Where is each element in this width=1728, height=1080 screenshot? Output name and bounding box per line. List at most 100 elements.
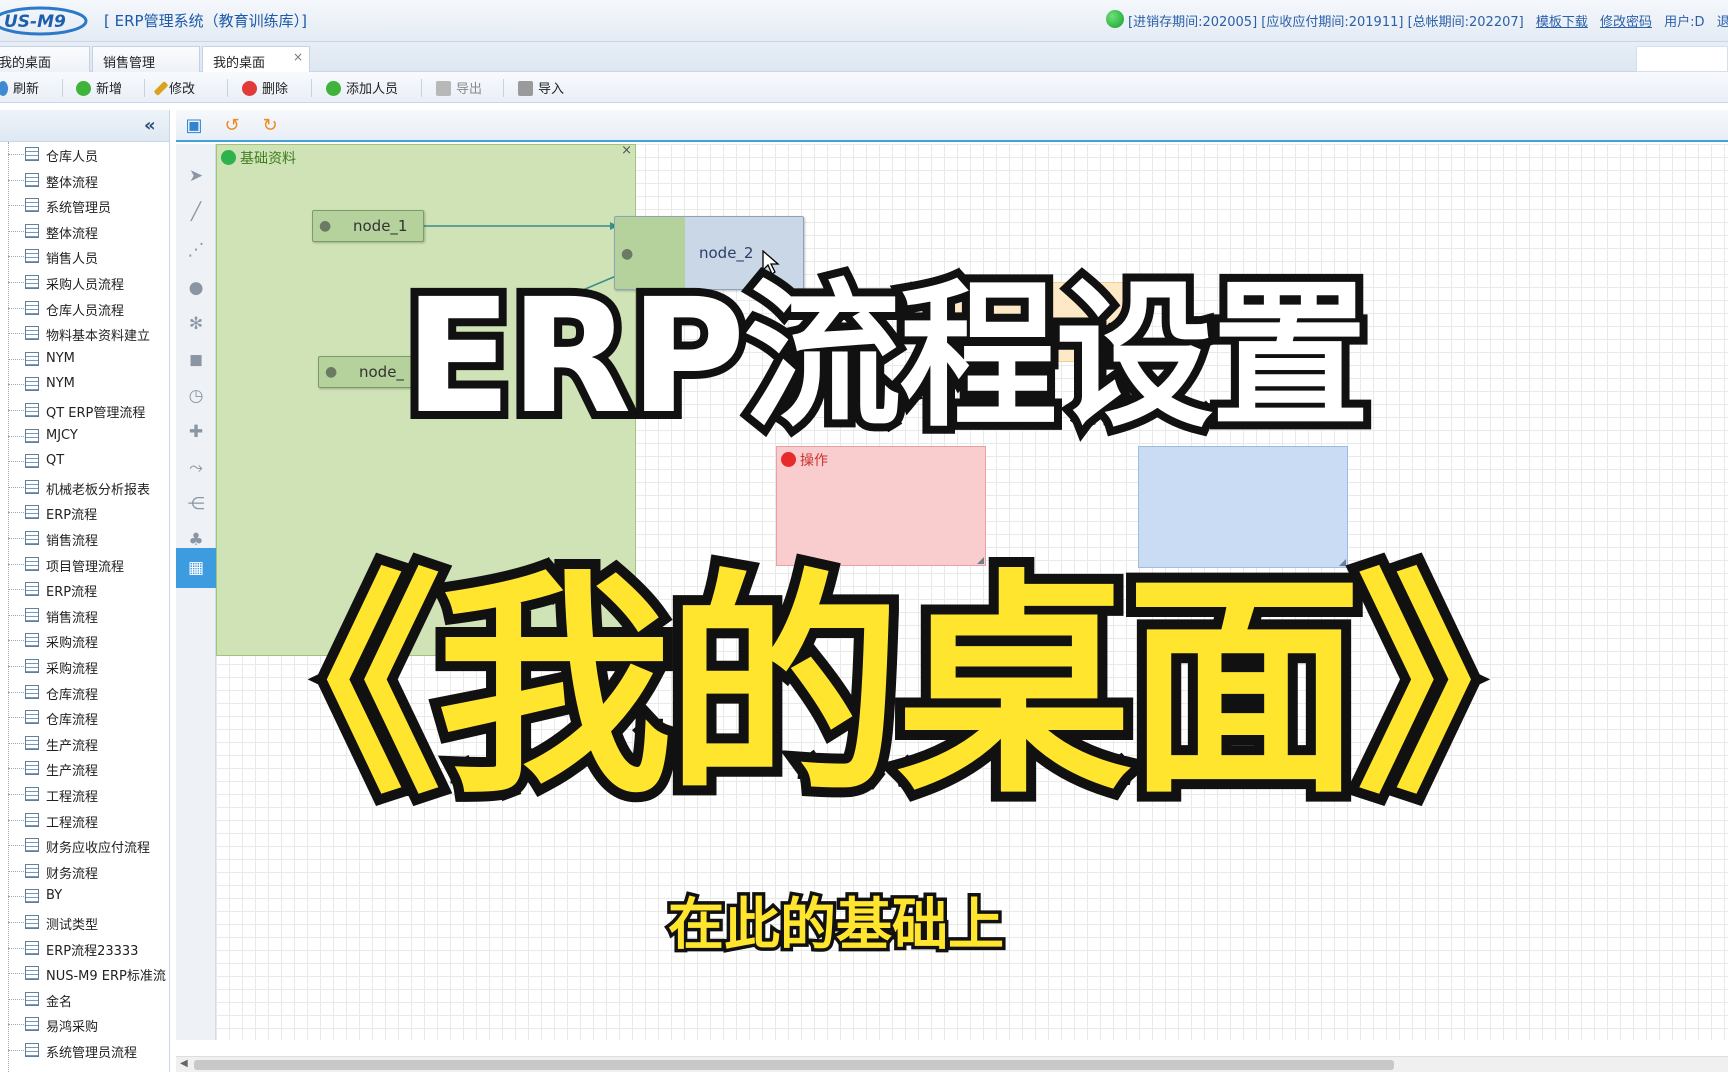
tree-item[interactable]: 销售流程 [0, 526, 169, 551]
tree-item-label: 系统管理员流程 [46, 1046, 138, 1061]
tree-item[interactable]: 测试类型 [0, 910, 169, 935]
document-icon [25, 275, 39, 289]
tree-guide [8, 614, 24, 616]
tree-guide [8, 538, 24, 539]
tree-item-label: 销售人员 [46, 252, 99, 268]
add-person-button[interactable]: 添加人员 [326, 78, 398, 98]
tree-item[interactable]: 工程流程 [0, 808, 169, 833]
edit-button[interactable]: 修改 [153, 78, 195, 98]
nus-m9-logo: US-M9 [0, 6, 88, 36]
tree-item[interactable]: 采购流程 [0, 628, 169, 653]
tree-item[interactable]: 机械老板分析报表 [0, 475, 169, 500]
tree-item[interactable]: MJCY [0, 424, 169, 449]
tree-item[interactable]: 采购流程 [0, 654, 169, 679]
tree-item[interactable]: ERP流程 [0, 577, 169, 602]
group-icon[interactable]: ♣ [186, 530, 206, 550]
scrollbar-thumb[interactable] [194, 1060, 1394, 1070]
tree-item[interactable]: 整体流程 [0, 219, 169, 244]
tree-item[interactable]: 仓库流程 [0, 705, 169, 730]
node-label: node_1 [353, 217, 408, 235]
tree-item[interactable]: BY [0, 884, 169, 909]
add-button[interactable]: 新增 [76, 78, 122, 98]
tree-item[interactable]: 采购人员流程 [0, 270, 169, 295]
main-toolbar: 刷新 新增 修改 删除 添加人员 导出 导入 [0, 72, 1728, 103]
exit-link[interactable]: 退 [1717, 15, 1728, 30]
tree-item-label: 采购流程 [46, 662, 99, 677]
tree-item[interactable]: 财务应收应付流程 [0, 833, 169, 858]
user-task-icon[interactable]: ● [186, 278, 206, 298]
delete-icon [242, 81, 257, 96]
tab-close-icon[interactable]: × [293, 50, 303, 64]
undo-icon[interactable]: ↺ [222, 116, 242, 136]
tree-guide [8, 973, 24, 975]
template-download-link[interactable]: 模板下载 [1536, 15, 1588, 30]
area-title: 操作 [781, 450, 828, 470]
toolbar-separator [144, 79, 145, 97]
select-pointer-icon[interactable]: ➤ [186, 166, 206, 186]
tree-item-label: NUS-M9 ERP标准流 [46, 969, 166, 985]
tree-guide [8, 870, 24, 872]
add-person-label: 添加人员 [346, 82, 399, 97]
collapse-sidebar-icon[interactable]: « [144, 115, 156, 136]
tree-item[interactable]: 金名 [0, 987, 169, 1012]
tree-item[interactable]: 工程流程 [0, 782, 169, 807]
document-icon [25, 889, 39, 904]
tree-item[interactable]: 销售流程 [0, 603, 169, 628]
tree-item[interactable]: NUS-M9 ERP标准流 [0, 961, 169, 986]
tree-item[interactable]: 财务流程 [0, 859, 169, 884]
area-operation[interactable]: 操作 [776, 446, 986, 566]
export-button[interactable]: 导出 [436, 78, 482, 98]
tree-guide [8, 717, 24, 719]
tree-item[interactable]: 系统管理员流程 [0, 1038, 169, 1063]
tree-item[interactable]: QT ERP管理流程 [0, 398, 169, 423]
change-password-link[interactable]: 修改密码 [1600, 15, 1652, 30]
overlay-subtitle: 在此的基础上 [665, 893, 1008, 958]
document-icon [25, 479, 39, 494]
refresh-label: 刷新 [13, 82, 40, 97]
tree-item[interactable]: 项目管理流程 [0, 552, 169, 577]
tree-item[interactable]: 物料基本资料建立 [0, 321, 169, 346]
tab-my-desktop-active[interactable]: 我的桌面 × [202, 46, 310, 72]
puzzle-icon[interactable]: ✚ [186, 422, 206, 442]
tree-item[interactable]: 销售人员 [0, 244, 169, 269]
tree-guide [8, 512, 24, 514]
document-icon [25, 710, 39, 725]
app-title: [ ERP管理系统（教育训练库）] [104, 12, 307, 30]
tree-item[interactable]: 仓库人员流程 [0, 296, 169, 321]
tree-guide [8, 640, 24, 642]
tree-item[interactable]: ERP流程23333 [0, 936, 169, 961]
scroll-left-icon[interactable]: ◀ [180, 1058, 188, 1069]
tree-item[interactable]: ERP流程 [0, 500, 169, 525]
tree-item-label: QT [46, 453, 65, 469]
redo-icon[interactable]: ↻ [260, 116, 280, 136]
merge-icon[interactable]: ⤳ [186, 458, 206, 478]
import-button[interactable]: 导入 [518, 78, 564, 98]
tree-item[interactable]: NYM [0, 372, 169, 397]
save-icon[interactable]: ▣ [184, 116, 204, 136]
tab-my-desktop[interactable]: 我的桌面 [0, 46, 90, 72]
refresh-button[interactable]: 刷新 [0, 78, 39, 98]
node-1[interactable]: ● node_1 [312, 210, 424, 242]
horizontal-scrollbar[interactable]: ◀ [176, 1056, 1728, 1072]
tree-item[interactable]: 生产流程 [0, 731, 169, 756]
delete-button[interactable]: 删除 [242, 78, 288, 98]
period-text: [进销存期间:202005] [应收应付期间:201911] [总帐期间:202… [1128, 15, 1524, 30]
clock-icon[interactable]: ◷ [186, 386, 206, 406]
tree-item[interactable]: 仓库人员 [0, 142, 169, 167]
tab-sales-management[interactable]: 销售管理 [92, 46, 200, 72]
tree-item-label: ERP流程23333 [46, 943, 139, 959]
tree-guide [8, 358, 24, 360]
node-label: node_ [359, 363, 404, 381]
fork-icon[interactable]: ⋲ [186, 494, 206, 514]
message-icon[interactable]: ◼ [186, 350, 206, 370]
line-tool-icon[interactable]: ╱ [186, 202, 206, 222]
tree-item[interactable]: QT [0, 449, 169, 474]
tree-item[interactable]: 仓库流程 [0, 680, 169, 705]
tree-item[interactable]: 生产流程 [0, 756, 169, 781]
tree-item[interactable]: 易鸿采购 [0, 1012, 169, 1037]
tree-item[interactable]: NYM [0, 347, 169, 372]
gear-icon[interactable]: ✻ [186, 314, 206, 334]
tree-item[interactable]: 整体流程 [0, 168, 169, 193]
dashed-line-icon[interactable]: ⋰ [186, 240, 206, 260]
tree-item[interactable]: 系统管理员 [0, 193, 169, 218]
